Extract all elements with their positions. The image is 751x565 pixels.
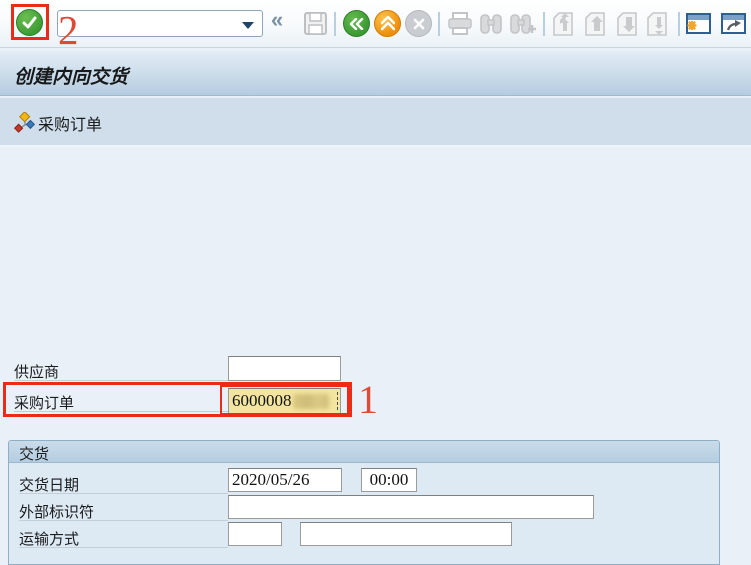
external-id-label: 外部标识符 bbox=[19, 501, 94, 522]
x-icon bbox=[413, 18, 425, 30]
delivery-time-input[interactable]: 00:00 bbox=[361, 468, 417, 492]
transport-label-cell: 运输方式 bbox=[19, 525, 228, 548]
vendor-input[interactable] bbox=[228, 356, 341, 381]
find-icon bbox=[478, 11, 504, 37]
external-id-label-cell: 外部标识符 bbox=[19, 498, 228, 521]
purchase-order-button[interactable]: 采购订单 bbox=[10, 110, 106, 135]
transport-label: 运输方式 bbox=[19, 528, 79, 549]
delivery-date-label-cell: 交货日期 bbox=[19, 471, 228, 494]
vendor-label-cell: 供应商 bbox=[14, 358, 228, 381]
toolbar-separator bbox=[543, 12, 545, 36]
double-chevron-up-icon bbox=[381, 16, 395, 31]
cancel-button bbox=[405, 10, 432, 37]
sap-window: { "annotations": { "step_1": "1", "step_… bbox=[0, 0, 751, 426]
annotation-number-1: 1 bbox=[358, 380, 378, 420]
system-toolbar: « bbox=[0, 0, 751, 48]
collapse-icon[interactable]: « bbox=[271, 7, 283, 33]
toolbar-separator bbox=[334, 12, 336, 36]
delivery-section-header: 交货 bbox=[9, 441, 719, 463]
main-content: 供应商 采购订单 6000008 1 交货 交货日期 2020/05/26 00… bbox=[0, 149, 751, 426]
last-page-icon bbox=[646, 11, 672, 37]
external-id-input[interactable] bbox=[228, 495, 594, 519]
transport-code-input[interactable] bbox=[228, 522, 282, 546]
annotation-box-step2 bbox=[11, 4, 49, 40]
purchase-order-button-label: 采购订单 bbox=[38, 111, 102, 135]
chevron-down-icon[interactable] bbox=[242, 22, 254, 29]
first-page-icon bbox=[552, 11, 578, 37]
delivery-section: 交货 交货日期 2020/05/26 00:00 外部标识符 运输方式 bbox=[8, 440, 720, 565]
delivery-date-label: 交货日期 bbox=[19, 474, 79, 495]
next-page-icon bbox=[616, 11, 642, 37]
exit-button[interactable] bbox=[374, 10, 401, 37]
find-next-icon bbox=[509, 11, 537, 37]
command-input[interactable] bbox=[62, 13, 240, 34]
create-shortcut-icon[interactable] bbox=[720, 12, 747, 36]
delivery-date-input[interactable]: 2020/05/26 bbox=[228, 468, 342, 492]
annotation-number-2: 2 bbox=[58, 10, 79, 51]
print-icon bbox=[447, 12, 473, 36]
new-session-icon[interactable] bbox=[685, 12, 712, 36]
save-icon bbox=[303, 11, 328, 36]
double-chevron-left-icon bbox=[349, 18, 365, 30]
title-bar: 创建内向交货 bbox=[0, 50, 751, 96]
toolbar-separator bbox=[438, 12, 440, 36]
previous-page-icon bbox=[584, 11, 610, 37]
document-flow-icon bbox=[14, 112, 36, 134]
page-title: 创建内向交货 bbox=[14, 62, 128, 89]
back-button[interactable] bbox=[343, 10, 370, 37]
application-toolbar: 采购订单 bbox=[0, 98, 751, 147]
delivery-section-title: 交货 bbox=[19, 443, 49, 464]
toolbar-separator bbox=[678, 12, 680, 36]
vendor-label: 供应商 bbox=[14, 361, 59, 382]
command-field[interactable] bbox=[57, 10, 263, 37]
transport-description-input[interactable] bbox=[300, 522, 512, 546]
annotation-box-step1-field bbox=[220, 385, 349, 415]
